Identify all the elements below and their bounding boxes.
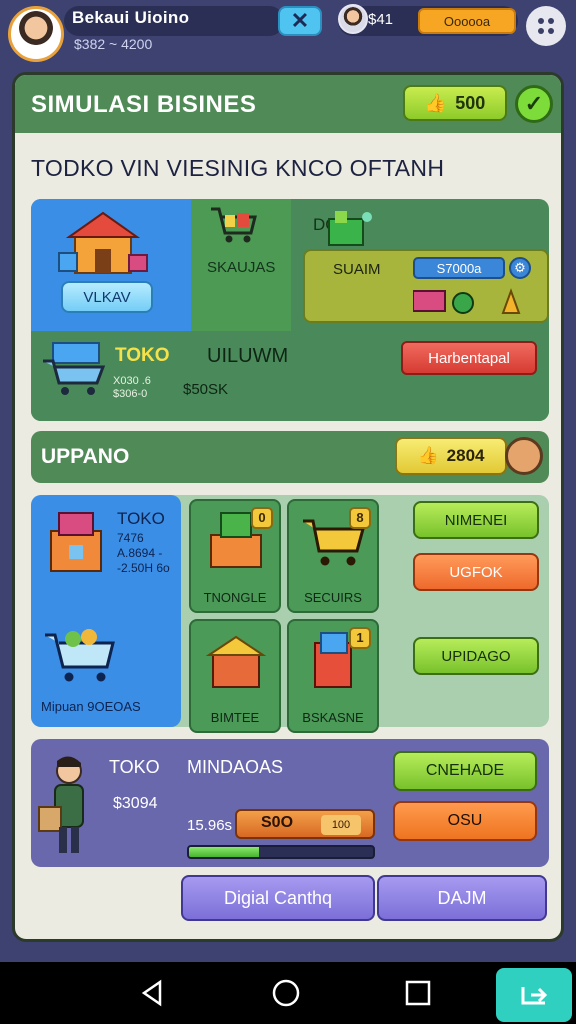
upgrade-value: 2804 — [446, 446, 485, 465]
confirm-button[interactable]: ✓ — [515, 85, 553, 123]
shopping-cart-icon — [211, 207, 257, 243]
earnings-value: S0O — [261, 814, 294, 831]
store-hero: VLKAV — [31, 199, 191, 331]
toko-row: TOKO X030 .6 $306-0 $50SK UILUWM Harbent… — [31, 331, 549, 421]
suam-label: SUAIM — [333, 261, 381, 278]
tile-label: SECUIRS — [304, 590, 362, 605]
suam-tag: S7000a — [413, 257, 505, 279]
product-tile-bimtee[interactable]: BIMTEE — [189, 619, 281, 733]
business-panel: SIMULASI BISINES 👍 500 ✓ TODKO VIN VIESI… — [12, 72, 564, 942]
likes-value: 500 — [455, 92, 486, 113]
gear-icon[interactable]: ⚙ — [509, 257, 531, 279]
shop-summary: TOKO 7476 A.8694 - -2.50H 6o Mipuan 9OEO… — [31, 495, 181, 727]
floating-action-button[interactable] — [496, 968, 572, 1022]
player-avatar[interactable] — [8, 6, 64, 62]
toko-title: TOKO — [115, 345, 170, 366]
coin-tag[interactable]: Oooooa — [418, 8, 516, 34]
toko-income: $50SK — [183, 381, 229, 398]
top-bar: Bekaui Uioino $382 ~ 4200 ✕ $41 Oooooa — [0, 0, 576, 66]
store-open-button[interactable]: VLKAV — [61, 281, 153, 313]
toko-stat-line-2: $306-0 — [113, 388, 148, 400]
friend-avatar[interactable] — [338, 4, 368, 34]
thumbs-up-icon: 👍 — [417, 446, 439, 465]
resource-icons — [413, 288, 521, 314]
footer-button-right[interactable]: DAJM — [377, 875, 547, 921]
check-icon: ✓ — [524, 91, 544, 116]
produce-cart-icon — [45, 629, 115, 682]
summary-footer: Mipuan 9OEOAS — [41, 699, 141, 714]
summary-stats: 7476 A.8694 - -2.50H 6o — [117, 531, 170, 575]
tile-label: TNONGLE — [203, 590, 267, 605]
likes-badge[interactable]: 👍 500 — [403, 85, 507, 121]
shopkeeper-icon — [38, 756, 84, 853]
close-button[interactable]: ✕ — [278, 6, 322, 36]
side-button-nimenei[interactable]: NIMENEI — [413, 501, 539, 539]
suam-cell[interactable]: SUAIM S7000a ⚙ — [303, 249, 549, 323]
kiosk-icon — [205, 635, 267, 688]
side-button-upidago[interactable]: UPIDAGO — [413, 637, 539, 675]
collect-button[interactable]: OSU — [393, 801, 537, 841]
earnings-tag: 100 — [321, 815, 361, 835]
player-name: Bekaui Uioino — [72, 8, 190, 27]
manager-rate: 15.96s — [187, 817, 233, 834]
upgrade-manager-button[interactable]: CNEHADE — [393, 751, 537, 791]
product-tile-bskasne[interactable]: 1 BSKASNE — [287, 619, 379, 733]
side-button-ugfok[interactable]: UGFOK — [413, 553, 539, 591]
panel-header: SIMULASI BISINES 👍 500 ✓ — [15, 75, 561, 133]
store-block: VLKAV SKAUJAS DOI SUAIM S7000a ⚙ — [31, 199, 549, 421]
tile-label: BIMTEE — [210, 710, 260, 725]
upgrade-title: UPPANO — [41, 445, 130, 468]
grid-dots-icon — [538, 18, 554, 34]
toko-name: UILUWM — [207, 345, 289, 367]
upgrade-badge[interactable]: 👍 2804 — [395, 437, 507, 475]
close-icon: ✕ — [290, 8, 310, 33]
toko-stats: X030 .6 $306-0 — [113, 375, 151, 401]
menu-button[interactable] — [526, 6, 566, 46]
player-money: $382 ~ 4200 — [74, 36, 153, 52]
back-icon[interactable] — [138, 978, 168, 1008]
manager-store-label: TOKO — [109, 757, 160, 777]
recents-icon[interactable] — [403, 978, 433, 1008]
tile-label: BSKASNE — [302, 710, 364, 725]
progress-bar — [187, 845, 375, 859]
summary-title: TOKO — [117, 509, 165, 528]
manager-block: TOKO MINDAOAS $3094 15.96s S0O 100 CNEHA… — [31, 739, 549, 867]
tile-badge: 8 — [349, 507, 371, 529]
toko-stat-line-1: X030 .6 — [113, 375, 151, 387]
product-tile-tnongle[interactable]: 0 TNONGLE — [189, 499, 281, 613]
progress-fill — [189, 847, 259, 857]
exit-icon — [521, 987, 548, 1005]
shop-grid: TOKO 7476 A.8694 - -2.50H 6o Mipuan 9OEO… — [31, 495, 549, 733]
upgrade-bar: UPPANO 👍 2804 — [31, 431, 549, 483]
system-nav-bar — [0, 962, 576, 1024]
thumbs-up-icon: 👍 — [424, 92, 448, 113]
tile-badge: 1 — [349, 627, 371, 649]
tile-badge: 0 — [251, 507, 273, 529]
product-tile-secuirs[interactable]: 8 SECUIRS — [287, 499, 379, 613]
basket-icon — [328, 211, 372, 246]
manager-avatar[interactable] — [505, 437, 543, 475]
manager-money: $3094 — [113, 795, 158, 812]
home-icon[interactable] — [271, 978, 301, 1008]
panel-title: SIMULASI BISINES — [31, 91, 257, 118]
building-icon — [50, 512, 102, 572]
earnings-bar[interactable]: S0O 100 — [235, 809, 375, 839]
skalwas-cell[interactable]: SKAUJAS — [191, 199, 291, 331]
manager-name: MINDAOAS — [187, 757, 284, 777]
shop-icon — [58, 211, 148, 274]
store-cart-icon — [43, 342, 106, 395]
footer-button-left[interactable]: Digial Canthq — [181, 875, 375, 921]
buy-button[interactable]: Harbentapal — [401, 341, 537, 375]
panel-subtitle: TODKO VIN VIESINIG KNCO OFTANH — [31, 155, 445, 181]
coin-value: $41 — [368, 11, 394, 28]
skalwas-label: SKAUJAS — [207, 259, 276, 276]
